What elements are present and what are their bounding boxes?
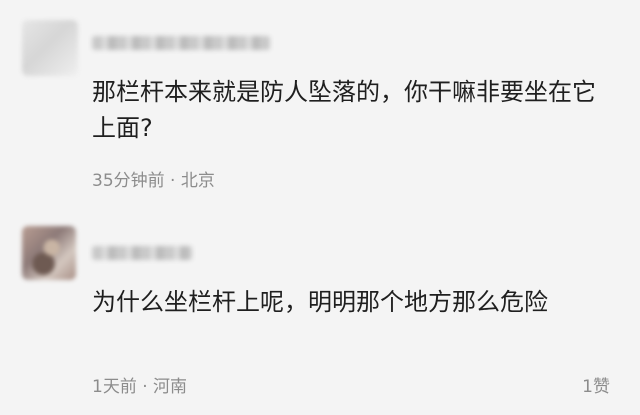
comment-text: 为什么坐栏杆上呢，明明那个地方那么危险	[92, 288, 548, 316]
comment-location: 河南	[153, 377, 188, 397]
comment-time: 1天前	[92, 377, 137, 397]
comment-time: 35分钟前	[92, 171, 165, 191]
comment-item: 为什么坐栏杆上呢，明明那个地方那么危险 1天前 · 河南 1赞	[0, 210, 640, 415]
meta-separator: ·	[142, 377, 148, 397]
comment-item: 那栏杆本来就是防人坠落的，你干嘛非要坐在它上面? 35分钟前 · 北京	[0, 0, 640, 210]
username-blurred[interactable]	[92, 36, 270, 50]
comment-location: 北京	[180, 171, 215, 191]
like-button[interactable]: 1赞	[582, 372, 610, 397]
comment-text: 那栏杆本来就是防人坠落的，你干嘛非要坐在它上面?	[92, 78, 596, 142]
meta-separator: ·	[170, 171, 176, 191]
comment-meta: 35分钟前 · 北京	[92, 166, 215, 191]
avatar[interactable]	[22, 20, 78, 76]
avatar[interactable]	[22, 226, 76, 280]
username-blurred[interactable]	[92, 246, 192, 260]
comment-meta: 1天前 · 河南	[92, 372, 187, 397]
